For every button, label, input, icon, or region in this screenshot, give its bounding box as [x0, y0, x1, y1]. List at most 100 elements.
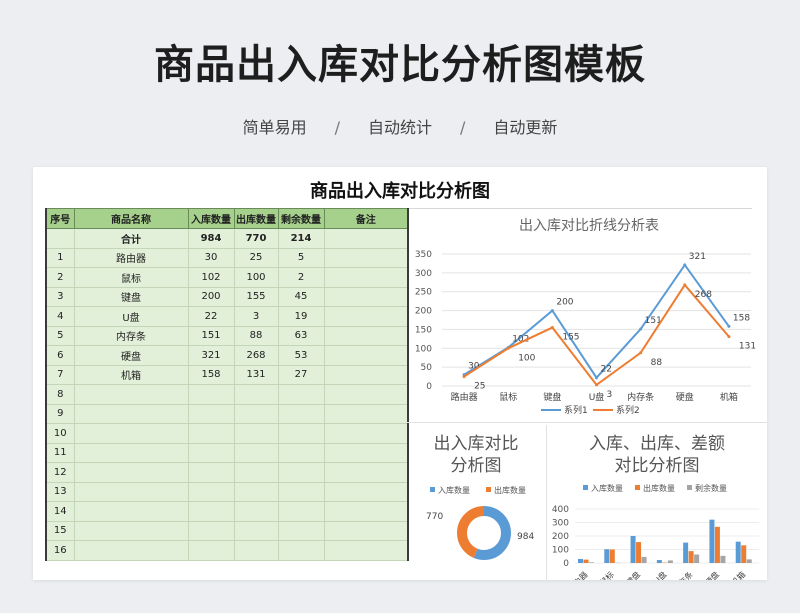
in-quantity[interactable]: 321	[187, 345, 235, 366]
product-name[interactable]: 键盘	[73, 286, 189, 307]
total-label[interactable]: 合计	[73, 228, 189, 249]
row-number[interactable]: 16	[45, 540, 75, 561]
remain-quantity[interactable]: 27	[277, 364, 325, 385]
total-remain[interactable]: 214	[277, 228, 325, 249]
table-cell[interactable]	[187, 384, 235, 405]
out-quantity[interactable]: 268	[233, 345, 279, 366]
column-header[interactable]: 商品名称	[73, 208, 189, 229]
table-cell[interactable]	[73, 540, 189, 561]
column-header[interactable]: 剩余数量	[277, 208, 325, 229]
table-cell[interactable]	[277, 540, 325, 561]
table-cell[interactable]	[323, 403, 409, 424]
table-cell[interactable]	[233, 462, 279, 483]
column-header[interactable]: 入库数量	[187, 208, 235, 229]
out-quantity[interactable]: 100	[233, 267, 279, 288]
in-quantity[interactable]: 22	[187, 306, 235, 327]
table-cell[interactable]	[323, 520, 409, 541]
remark-cell[interactable]	[323, 247, 409, 268]
row-number[interactable]: 9	[45, 403, 75, 424]
table-cell[interactable]	[73, 462, 189, 483]
row-number[interactable]: 2	[45, 267, 75, 288]
table-cell[interactable]	[233, 520, 279, 541]
in-quantity[interactable]: 200	[187, 286, 235, 307]
column-header[interactable]: 出库数量	[233, 208, 279, 229]
table-cell[interactable]	[277, 442, 325, 463]
table-cell[interactable]	[233, 442, 279, 463]
row-number[interactable]: 7	[45, 364, 75, 385]
remain-quantity[interactable]: 45	[277, 286, 325, 307]
in-quantity[interactable]: 151	[187, 325, 235, 346]
row-number[interactable]: 8	[45, 384, 75, 405]
column-header[interactable]: 备注	[323, 208, 409, 229]
remain-quantity[interactable]: 5	[277, 247, 325, 268]
table-cell[interactable]	[323, 501, 409, 522]
table-cell[interactable]	[323, 384, 409, 405]
total-in[interactable]: 984	[187, 228, 235, 249]
table-cell[interactable]	[73, 423, 189, 444]
row-number[interactable]: 13	[45, 481, 75, 502]
column-header[interactable]: 序号	[45, 208, 75, 229]
table-cell[interactable]	[73, 501, 189, 522]
out-quantity[interactable]: 25	[233, 247, 279, 268]
out-quantity[interactable]: 131	[233, 364, 279, 385]
out-quantity[interactable]: 3	[233, 306, 279, 327]
table-cell[interactable]	[73, 442, 189, 463]
table-cell[interactable]	[277, 403, 325, 424]
product-name[interactable]: 机箱	[73, 364, 189, 385]
table-cell[interactable]	[73, 403, 189, 424]
table-cell[interactable]	[323, 442, 409, 463]
table-cell[interactable]	[277, 384, 325, 405]
product-name[interactable]: U盘	[73, 306, 189, 327]
out-quantity[interactable]: 88	[233, 325, 279, 346]
table-cell[interactable]	[323, 540, 409, 561]
table-cell[interactable]	[277, 501, 325, 522]
remain-quantity[interactable]: 2	[277, 267, 325, 288]
remark-cell[interactable]	[323, 267, 409, 288]
remark-cell[interactable]	[323, 345, 409, 366]
product-name[interactable]: 硬盘	[73, 345, 189, 366]
remark-cell[interactable]	[323, 286, 409, 307]
table-cell[interactable]	[323, 462, 409, 483]
remark-cell[interactable]	[323, 306, 409, 327]
table-cell[interactable]	[323, 423, 409, 444]
total-out[interactable]: 770	[233, 228, 279, 249]
row-number[interactable]: 12	[45, 462, 75, 483]
row-number[interactable]: 5	[45, 325, 75, 346]
table-cell[interactable]	[187, 403, 235, 424]
table-cell[interactable]	[73, 384, 189, 405]
remain-quantity[interactable]: 63	[277, 325, 325, 346]
table-cell[interactable]	[187, 501, 235, 522]
row-number[interactable]: 11	[45, 442, 75, 463]
table-cell[interactable]	[233, 540, 279, 561]
table-cell[interactable]	[187, 462, 235, 483]
table-cell[interactable]	[233, 501, 279, 522]
row-number[interactable]: 4	[45, 306, 75, 327]
table-cell[interactable]	[187, 442, 235, 463]
table-cell[interactable]	[187, 481, 235, 502]
product-name[interactable]: 内存条	[73, 325, 189, 346]
table-cell[interactable]	[233, 481, 279, 502]
table-cell[interactable]	[45, 228, 75, 249]
row-number[interactable]: 10	[45, 423, 75, 444]
in-quantity[interactable]: 30	[187, 247, 235, 268]
remain-quantity[interactable]: 19	[277, 306, 325, 327]
table-cell[interactable]	[187, 540, 235, 561]
table-cell[interactable]	[323, 481, 409, 502]
remark-cell[interactable]	[323, 364, 409, 385]
table-cell[interactable]	[277, 462, 325, 483]
row-number[interactable]: 6	[45, 345, 75, 366]
table-cell[interactable]	[73, 481, 189, 502]
table-cell[interactable]	[233, 423, 279, 444]
row-number[interactable]: 1	[45, 247, 75, 268]
row-number[interactable]: 14	[45, 501, 75, 522]
row-number[interactable]: 3	[45, 286, 75, 307]
out-quantity[interactable]: 155	[233, 286, 279, 307]
remark-cell[interactable]	[323, 325, 409, 346]
product-name[interactable]: 路由器	[73, 247, 189, 268]
table-cell[interactable]	[187, 520, 235, 541]
table-cell[interactable]	[277, 520, 325, 541]
table-cell[interactable]	[233, 403, 279, 424]
remain-quantity[interactable]: 53	[277, 345, 325, 366]
row-number[interactable]: 15	[45, 520, 75, 541]
table-cell[interactable]	[187, 423, 235, 444]
